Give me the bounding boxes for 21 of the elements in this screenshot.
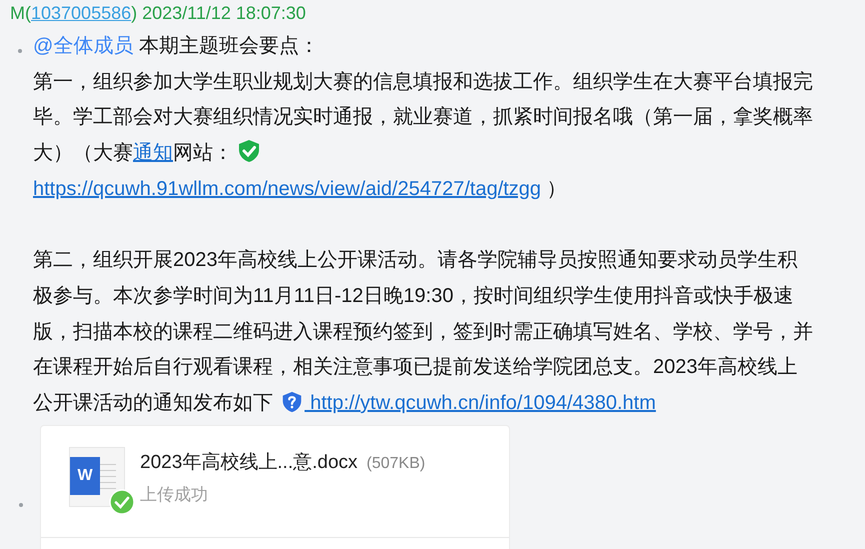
message-line: https://qcuwh.91wllm.com/news/view/aid/254727/tag/tzgg ） — [33, 176, 568, 202]
link[interactable]: http://ytw.qcuwh.cn/info/1094/4380.htm — [304, 392, 656, 414]
message-line: 公开课活动的通知发布如下 http://ytw.qcuwh.cn/info/1094/4380.htm — [33, 390, 657, 416]
message-line: 大）（大赛通知网站： — [33, 136, 813, 172]
file-size: (507KB) — [366, 454, 426, 472]
mention-link[interactable]: @全体成员 — [33, 35, 134, 57]
link[interactable]: 通知 — [133, 142, 173, 164]
message-line: 毕。学工部会对大赛组织情况实时通报，就业赛道，抓紧时间报名哦（第一届，拿奖概率 — [33, 105, 813, 130]
file-name: 2023年高校线上...意.docx — [140, 452, 358, 473]
message-line: 第一，组织参加大学生职业规划大赛的信息填报和选拔工作。组织学生在大赛平台填报完 — [33, 70, 813, 95]
file-card[interactable]: W 2023年高校线上...意.docx (507KB) 上传成功 — [40, 424, 510, 549]
link[interactable]: https://qcuwh.91wllm.com/news/view/aid/254727/tag/tzgg — [33, 178, 542, 200]
message-header: M(1037005586) 2023/11/12 18:07:30 — [9, 2, 307, 24]
sender-id-link[interactable]: 1037005586 — [31, 3, 132, 23]
upload-status: 上传成功 — [140, 484, 209, 506]
message-line: 版，扫描本校的课程二维码进入课程预约签到，签到时需正确填写姓名、学校、学号，并 — [33, 320, 813, 345]
message-line: 第二，组织开展2023年高校线上公开课活动。请各学院辅导员按照通知要求动员学生积 — [33, 248, 798, 274]
message-line: 极参与。本次参学时间为11月11日-12日晚19:30，按时间组织学生使用抖音或快手极速 — [33, 284, 794, 309]
word-document-icon: W — [69, 446, 125, 507]
message-line: 在课程开始后自行观看课程，相关注意事项已提前发送给学院团总支。2023年高校线上 — [33, 355, 798, 380]
message-line: @全体成员 本期主题班会要点： — [33, 34, 320, 59]
